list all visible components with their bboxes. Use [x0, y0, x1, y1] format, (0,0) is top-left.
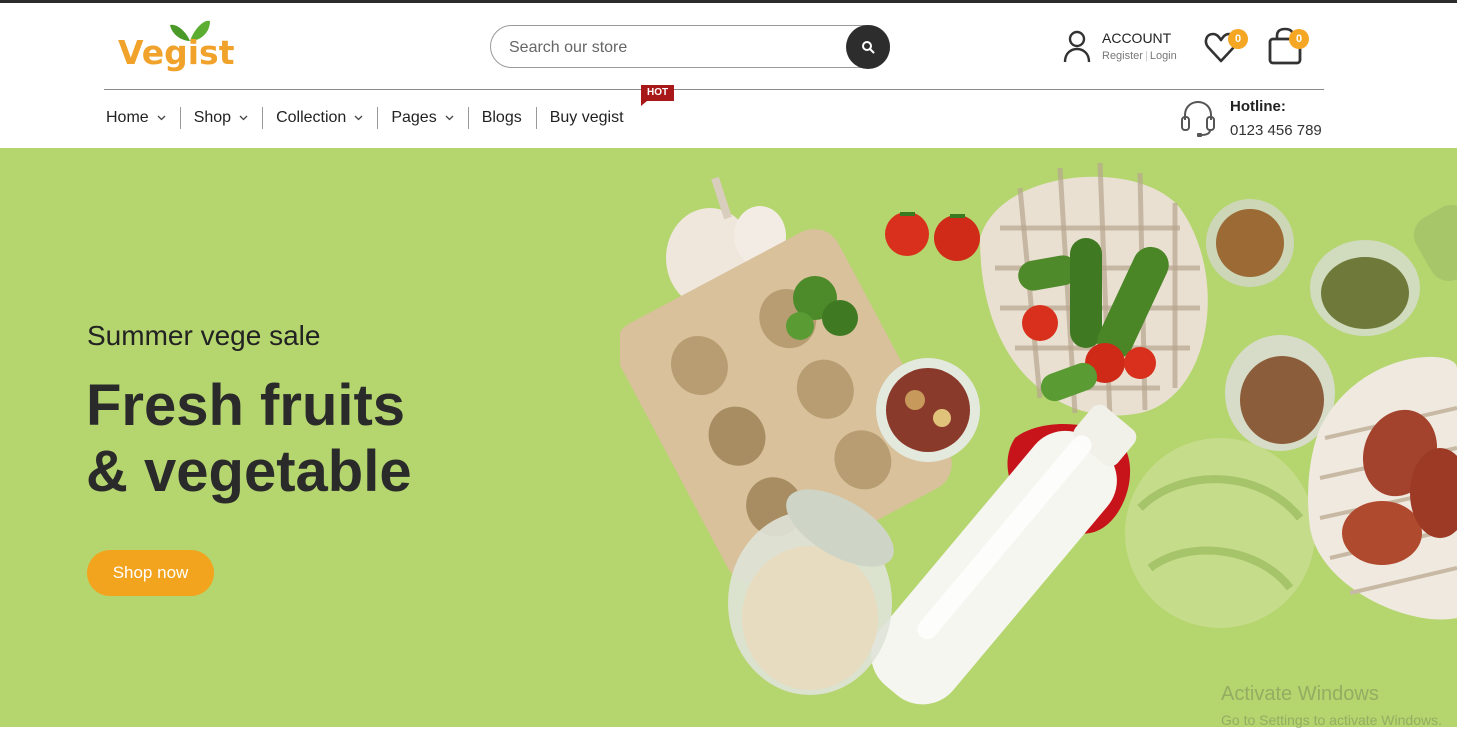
nav-item-collection[interactable]: Collection: [262, 107, 377, 129]
hero-subtitle: Summer vege sale: [87, 320, 321, 351]
main-nav: Home Shop Collection Pages Blogs Buy veg…: [104, 85, 675, 136]
windows-watermark: Activate Windows Go to Settings to activ…: [1221, 683, 1442, 728]
nav-item-label: Shop: [193, 109, 232, 126]
account-title: ACCOUNT: [1102, 30, 1172, 46]
wishlist-button[interactable]: 0: [1203, 27, 1248, 67]
chevron-down-icon: [354, 115, 363, 121]
mung-bean-jar-illustration: [1310, 240, 1420, 336]
user-icon: [1063, 30, 1091, 63]
chevron-down-icon: [239, 115, 248, 121]
nav-item-blogs[interactable]: Blogs: [467, 107, 536, 129]
nav-item-label: Collection: [276, 109, 347, 126]
chevron-down-icon: [157, 115, 166, 121]
cart-count-badge: 0: [1289, 29, 1309, 49]
bean-bowl-illustration: [876, 358, 980, 462]
shop-now-button[interactable]: Shop now: [87, 550, 214, 596]
hot-badge: HOT: [641, 85, 675, 106]
hero-title-line-1: Fresh fruits: [86, 373, 406, 438]
search-bar: [490, 25, 890, 69]
nav-item-shop[interactable]: Shop: [179, 107, 262, 129]
cherry-tomatoes-illustration: [885, 212, 980, 261]
nav-item-label: Home: [106, 109, 149, 126]
search-button[interactable]: [846, 25, 890, 69]
hotline-number: 0123 456 789: [1230, 122, 1322, 139]
search-input[interactable]: [507, 35, 841, 61]
register-link[interactable]: Register: [1102, 50, 1143, 62]
header-divider: [104, 89, 1324, 90]
watermark-line-2: Go to Settings to activate Windows.: [1221, 712, 1442, 728]
hero-banner: Summer vege sale Fresh fruits & vegetabl…: [0, 148, 1457, 727]
hotline-label: Hotline:: [1230, 98, 1286, 115]
nav-item-label: Blogs: [481, 109, 522, 126]
logo-text: Vegist: [118, 33, 235, 72]
nav-item-buy-vegist[interactable]: Buy vegist: [535, 107, 638, 129]
checkered-bag-illustration: [980, 162, 1208, 419]
groceries-image: [620, 162, 1457, 705]
site-header: Vegist ACCOUNT Register|Login 0: [0, 3, 1457, 89]
cart-button[interactable]: 0: [1266, 27, 1309, 67]
hotline: Hotline: 0123 456 789: [1180, 98, 1330, 142]
watermark-line-1: Activate Windows: [1221, 683, 1379, 705]
search-icon: [862, 41, 875, 54]
nav-item-pages[interactable]: Pages: [377, 107, 467, 129]
chevron-down-icon: [445, 115, 454, 121]
nav-item-label: Buy vegist: [549, 109, 624, 126]
nav-item-label: Pages: [391, 109, 437, 126]
account-links: Register | Login: [1102, 50, 1177, 62]
headset-icon: [1181, 100, 1215, 137]
login-link[interactable]: Login: [1150, 50, 1177, 62]
turmeric-jar-illustration: [1206, 199, 1294, 287]
vegist-logo[interactable]: Vegist: [118, 17, 235, 77]
cabbage-illustration: [1125, 438, 1315, 628]
account-area[interactable]: ACCOUNT Register | Login: [1062, 27, 1192, 71]
hero-title: Fresh fruits & vegetable: [86, 373, 412, 505]
wishlist-count-badge: 0: [1228, 29, 1248, 49]
nav-item-home[interactable]: Home: [104, 107, 180, 129]
account-link-divider: |: [1144, 50, 1148, 62]
hero-title-line-2: & vegetable: [86, 439, 412, 504]
